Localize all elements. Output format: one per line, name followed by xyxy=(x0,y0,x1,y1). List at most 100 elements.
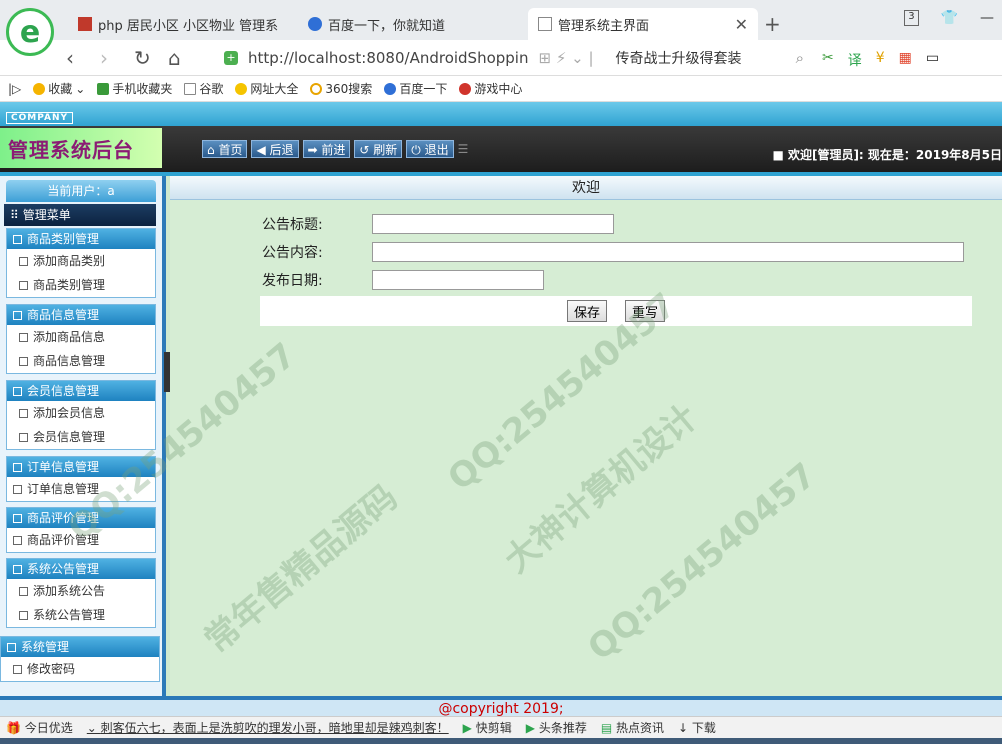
window-controls: 3 👕 — xyxy=(904,10,994,26)
news-icon: ▤ xyxy=(600,721,613,735)
refresh-button[interactable]: ↺ 刷新 xyxy=(354,140,403,158)
bookmark-label: 谷歌 xyxy=(199,82,224,96)
bookmark-360[interactable]: 360搜索 xyxy=(310,80,372,97)
form-buttons: 保存 重写 xyxy=(260,296,972,326)
bookmark-label: 游戏中心 xyxy=(474,82,523,96)
browser-tab-2[interactable]: 百度一下，你就知道 xyxy=(298,8,524,40)
menu-item-change-password[interactable]: 修改密码 xyxy=(1,657,159,681)
menu-item-manage-order[interactable]: 订单信息管理 xyxy=(7,477,155,501)
tab-count-badge[interactable]: 3 xyxy=(904,10,919,26)
url-text[interactable]: http://localhost:8080/AndroidShoppin xyxy=(248,49,528,67)
notice-title-input[interactable] xyxy=(372,214,614,234)
logout-button[interactable]: ⏻ 退出 xyxy=(406,140,454,158)
notice-content-input[interactable] xyxy=(372,242,964,262)
item-label: 添加会员信息 xyxy=(33,406,106,420)
scissors-icon[interactable]: ✂ xyxy=(822,50,834,70)
header-nav: ⌂ 首页 ◀ 后退 ➡ 前进 ↺ 刷新 ⏻ 退出 ☰ xyxy=(202,140,468,158)
promo-link[interactable]: ⌄ 刺客伍六七，表面上是洗剪吹的理发小哥，暗地里却是辣鸡刺客！ xyxy=(87,719,449,736)
menu-item-manage-review[interactable]: 商品评价管理 xyxy=(7,528,155,552)
tab-label: 百度一下，你就知道 xyxy=(328,18,446,34)
back-button[interactable]: ◀ 后退 xyxy=(251,140,299,158)
item-label: 商品评价管理 xyxy=(27,533,100,547)
group-title: 会员信息管理 xyxy=(27,384,100,398)
menu-item-manage-notice[interactable]: 系统公告管理 xyxy=(7,603,155,627)
360-icon xyxy=(310,82,323,95)
headline[interactable]: ▶ 头条推荐 xyxy=(526,719,587,736)
reset-button[interactable]: 重写 xyxy=(625,300,666,322)
menu-item-manage-product[interactable]: 商品信息管理 xyxy=(7,349,155,373)
shirt-icon[interactable]: 👕 xyxy=(941,10,958,26)
group-title: 商品信息管理 xyxy=(27,308,100,322)
menu-group-header[interactable]: 商品评价管理 xyxy=(7,508,155,528)
browser-tab-1[interactable]: php 居民小区 小区物业 管理系 xyxy=(68,8,298,40)
translate-icon[interactable]: 译 xyxy=(848,50,862,70)
save-button[interactable]: 保存 xyxy=(566,300,607,322)
hot-news[interactable]: ▤ 热点资讯 xyxy=(601,719,664,736)
item-icon xyxy=(19,280,28,290)
menu-group-header[interactable]: 系统管理 xyxy=(1,637,159,657)
quick-edit-label: 快剪辑 xyxy=(475,721,512,735)
apps-icon[interactable]: ▦ xyxy=(899,50,912,70)
menu-item-add-product[interactable]: 添加商品信息 xyxy=(7,325,155,349)
company-strip: COMPANY xyxy=(0,102,1002,126)
search-input[interactable]: 传奇战士升级得套装 xyxy=(616,48,742,68)
bookmark-google[interactable]: 谷歌 xyxy=(184,80,223,97)
menu-item-add-member[interactable]: 添加会员信息 xyxy=(7,401,155,425)
close-tab-icon[interactable]: ✕ xyxy=(735,15,748,34)
new-tab-icon[interactable]: + xyxy=(764,12,781,36)
bookmark-games[interactable]: 游戏中心 xyxy=(459,80,522,97)
home-button[interactable]: ⌂ 首页 xyxy=(202,140,248,158)
menu-item-add-notice[interactable]: 添加系统公告 xyxy=(7,579,155,603)
menu-group-header[interactable]: 订单信息管理 xyxy=(7,457,155,477)
menu-item-add-category[interactable]: 添加商品类别 xyxy=(7,249,155,273)
bookmark-baidu[interactable]: 百度一下 xyxy=(384,80,447,97)
folder-icon xyxy=(13,462,22,472)
item-icon xyxy=(19,256,28,266)
company-logo: COMPANY xyxy=(6,112,73,124)
publish-date-input[interactable] xyxy=(372,270,544,290)
item-icon xyxy=(19,610,28,620)
minimize-icon[interactable]: — xyxy=(980,10,994,26)
group-title: 订单信息管理 xyxy=(27,460,100,474)
play-icon: ▶ xyxy=(462,721,472,735)
back-label: 后退 xyxy=(269,143,294,157)
bookmark-hao123[interactable]: 网址大全 xyxy=(235,80,298,97)
sidebar: 当前用户：a ⠿ 管理菜单 商品类别管理 添加商品类别 商品类别管理 商品信息管… xyxy=(0,176,166,696)
daily-pick[interactable]: 🎁 今日优选 xyxy=(6,719,73,736)
url-field[interactable]: + http://localhost:8080/AndroidShoppin ⊞… xyxy=(224,45,804,71)
bookmark-mobile[interactable]: 手机收藏夹 xyxy=(97,80,172,97)
menu-group-header[interactable]: 会员信息管理 xyxy=(7,381,155,401)
menu-item-manage-category[interactable]: 商品类别管理 xyxy=(7,273,155,297)
form-row-date: 发布日期: xyxy=(260,266,972,294)
bookmarks-bar: |▷ 收藏 ⌄ 手机收藏夹 谷歌 网址大全 360搜索 百度一下 游戏中心 xyxy=(0,76,1002,102)
wallet-icon[interactable]: ¥ xyxy=(876,50,885,70)
menu-group-header[interactable]: 系统公告管理 xyxy=(7,559,155,579)
notice-form: 公告标题: 公告内容: 发布日期: 保存 重写 xyxy=(260,210,972,326)
bookmark-favorites[interactable]: 收藏 ⌄ xyxy=(33,80,85,97)
menu-item-manage-member[interactable]: 会员信息管理 xyxy=(7,425,155,449)
menu-group-order: 订单信息管理 订单信息管理 xyxy=(6,456,156,502)
forward-button[interactable]: ➡ 前进 xyxy=(302,140,351,158)
bookmark-label: 收藏 xyxy=(48,82,73,96)
app-title-block: 管理系统后台 xyxy=(0,128,162,168)
item-label: 修改密码 xyxy=(27,662,76,676)
download[interactable]: ↓ 下载 xyxy=(678,719,716,736)
main-menu-header[interactable]: ⠿ 管理菜单 xyxy=(4,204,156,226)
reload-icon[interactable]: ↻ xyxy=(134,46,151,70)
home-icon[interactable]: ⌂ xyxy=(168,46,181,70)
menu-group-header[interactable]: 商品信息管理 xyxy=(7,305,155,325)
menu-group-header[interactable]: 商品类别管理 xyxy=(7,229,155,249)
hot-news-label: 热点资讯 xyxy=(616,721,665,735)
item-icon xyxy=(19,586,28,596)
notice-title-label: 公告标题: xyxy=(262,217,323,233)
sidebar-toggle-icon[interactable]: |▷ xyxy=(8,82,21,96)
browser-logo-icon[interactable]: e xyxy=(6,8,54,56)
back-icon[interactable]: ‹ xyxy=(66,46,74,70)
item-icon xyxy=(19,356,28,366)
notice-content-label: 公告内容: xyxy=(262,245,323,261)
menu-group-notice: 系统公告管理 添加系统公告 系统公告管理 xyxy=(6,558,156,628)
quick-edit[interactable]: ▶ 快剪辑 xyxy=(463,719,512,736)
forward-icon[interactable]: › xyxy=(100,46,108,70)
search-icon[interactable]: ⌕ xyxy=(796,49,804,67)
browser-tab-3-active[interactable]: 管理系统主界面 ✕ xyxy=(528,8,758,40)
